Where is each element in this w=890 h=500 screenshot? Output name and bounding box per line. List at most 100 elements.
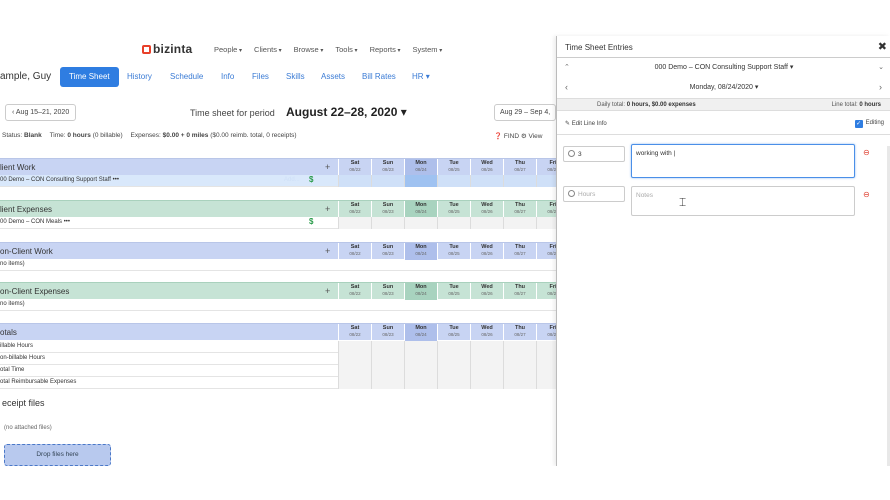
- add-non-client-expense-icon[interactable]: +: [325, 286, 330, 296]
- menu-people[interactable]: People: [214, 45, 242, 54]
- day-cell-thu[interactable]: [503, 377, 536, 389]
- find-view-buttons[interactable]: ❓ FIND ⚙ View: [494, 132, 542, 140]
- tab-schedule[interactable]: Schedule: [170, 72, 203, 81]
- day-cell-thu[interactable]: [503, 365, 536, 377]
- tab-hr[interactable]: HR ▾: [412, 72, 430, 81]
- add-client-expense-icon[interactable]: +: [325, 204, 330, 214]
- day-cell-wed[interactable]: [470, 377, 503, 389]
- day-cell-sun[interactable]: [371, 365, 404, 377]
- day-cell-thu[interactable]: [503, 353, 536, 365]
- day-cell-sat[interactable]: [338, 217, 371, 229]
- day-cell-mon[interactable]: [404, 377, 437, 389]
- checkbox-checked-icon[interactable]: ✓: [854, 120, 863, 128]
- previous-period-button[interactable]: ‹ Aug 15–21, 2020: [5, 104, 77, 121]
- day-cell-wed[interactable]: [470, 175, 503, 187]
- tab-history[interactable]: History: [127, 72, 152, 81]
- menu-tools[interactable]: Tools: [335, 45, 357, 54]
- tab-bill-rates[interactable]: Bill Rates: [362, 72, 396, 81]
- brand-logo[interactable]: bizinta: [142, 42, 192, 56]
- hours-input[interactable]: Hours: [563, 186, 625, 202]
- table-row[interactable]: 00 Demo – CON Meals ••• $: [0, 217, 556, 229]
- day-cell-sun[interactable]: [371, 175, 404, 187]
- next-period-button[interactable]: Aug 29 – Sep 4,: [494, 104, 556, 121]
- section-non-client-work: on-Client Work + Sat 08/22 Sun 08/23 Mon 08/2…: [0, 242, 556, 260]
- person-subnav: ample, Guy Time Sheet History Schedule I…: [0, 67, 556, 89]
- menu-browse[interactable]: Browse: [294, 45, 324, 54]
- day-cell-sat[interactable]: [338, 365, 371, 377]
- totals-row: otal Reimbursable Expenses: [0, 377, 556, 389]
- client-selector[interactable]: 000 Demo – CON Consulting Support Staff …: [557, 63, 890, 71]
- day-cell-wed[interactable]: [470, 365, 503, 377]
- close-icon[interactable]: ✖: [878, 40, 887, 53]
- date-selector[interactable]: Monday, 08/24/2020 ▾: [557, 83, 890, 91]
- day-header-thu: Thu 08/27: [503, 201, 536, 218]
- notes-input[interactable]: Notes: [631, 186, 855, 216]
- day-header-fri: Fri08/28: [536, 283, 556, 300]
- day-cell-mon[interactable]: [404, 341, 437, 353]
- day-cell-tue[interactable]: [437, 365, 470, 377]
- tab-assets[interactable]: Assets: [321, 72, 345, 81]
- person-name: ample, Guy: [0, 71, 52, 82]
- brand-mark-icon: [142, 45, 151, 54]
- tab-time-sheet[interactable]: Time Sheet: [60, 67, 119, 87]
- day-cell-mon[interactable]: [404, 217, 437, 229]
- editing-toggle[interactable]: ✓ Editing: [854, 120, 884, 128]
- hours-input[interactable]: 3: [563, 146, 625, 162]
- day-cell-mon[interactable]: [404, 365, 437, 377]
- day-cell-fri[interactable]: [536, 353, 556, 365]
- edit-line-info-button[interactable]: ✎ Edit Line Info: [565, 120, 607, 127]
- timesheet-main: bizinta People Clients Browse Tools Reports S…: [0, 36, 556, 466]
- day-cell-fri[interactable]: [536, 377, 556, 389]
- day-cell-fri[interactable]: [536, 175, 556, 187]
- day-cell-sat[interactable]: [338, 175, 371, 187]
- day-cell-fri[interactable]: [536, 365, 556, 377]
- tab-files[interactable]: Files: [252, 72, 269, 81]
- day-cell-wed[interactable]: [470, 353, 503, 365]
- day-cell-mon[interactable]: [404, 175, 437, 187]
- day-cell-sun[interactable]: [371, 217, 404, 229]
- menu-clients[interactable]: Clients: [254, 45, 282, 54]
- day-header-mon: Mon 08/24: [404, 159, 437, 176]
- add-client-work-icon[interactable]: +: [325, 162, 330, 172]
- day-cell-thu[interactable]: [503, 175, 536, 187]
- expenses-value: $0.00 + 0 miles: [162, 132, 209, 139]
- day-cell-tue[interactable]: [437, 341, 470, 353]
- day-cell-thu[interactable]: [503, 341, 536, 353]
- day-cell-thu[interactable]: [503, 217, 536, 229]
- chevron-down-icon[interactable]: ⌄: [878, 63, 884, 71]
- day-cell-sun[interactable]: [371, 353, 404, 365]
- day-cell-tue[interactable]: [437, 377, 470, 389]
- panel-totals: Daily total: 0 hours, $0.00 expenses Lin…: [557, 98, 890, 111]
- day-cell-sat[interactable]: [338, 377, 371, 389]
- day-header-tue: Tue 08/25: [437, 243, 470, 260]
- day-cell-wed[interactable]: [470, 217, 503, 229]
- day-header-fri: Fri08/28: [536, 201, 556, 218]
- notes-input[interactable]: working with |: [631, 144, 855, 178]
- add-non-client-work-icon[interactable]: +: [325, 246, 330, 256]
- day-cell-sat[interactable]: [338, 353, 371, 365]
- menu-reports[interactable]: Reports: [370, 45, 401, 54]
- day-cell-fri[interactable]: [536, 217, 556, 229]
- day-header-tue: Tue 08/25: [437, 159, 470, 176]
- day-cell-tue[interactable]: [437, 353, 470, 365]
- day-cell-tue[interactable]: [437, 175, 470, 187]
- file-drop-zone[interactable]: Drop files here: [4, 444, 111, 466]
- tab-info[interactable]: Info: [221, 72, 234, 81]
- day-header-mon: Mon 08/24: [404, 243, 437, 260]
- menu-system[interactable]: System: [413, 45, 443, 54]
- delete-entry-icon[interactable]: ⊖: [863, 190, 870, 199]
- day-cell-mon[interactable]: [404, 353, 437, 365]
- delete-entry-icon[interactable]: ⊖: [863, 148, 870, 157]
- next-day-icon[interactable]: ›: [879, 82, 882, 92]
- day-cell-wed[interactable]: [470, 341, 503, 353]
- day-cell-fri[interactable]: [536, 341, 556, 353]
- day-cell-sun[interactable]: [371, 341, 404, 353]
- day-cell-tue[interactable]: [437, 217, 470, 229]
- day-header-thu: Thu 08/27: [503, 159, 536, 176]
- day-cell-sun[interactable]: [371, 377, 404, 389]
- day-cell-sat[interactable]: [338, 341, 371, 353]
- receipt-files-title: eceipt files: [2, 398, 45, 408]
- tab-skills[interactable]: Skills: [286, 72, 305, 81]
- table-row[interactable]: 00 Demo – CON Consulting Support Staff •…: [0, 175, 556, 187]
- period-range-selector[interactable]: August 22–28, 2020 ▾: [286, 105, 407, 119]
